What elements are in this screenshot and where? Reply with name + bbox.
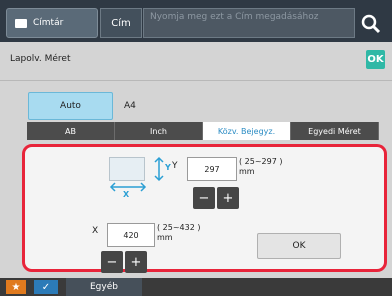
- auto-button[interactable]: Auto: [28, 92, 113, 120]
- dialog-ok-button[interactable]: OK: [366, 50, 385, 69]
- directory-button[interactable]: Címtár: [6, 8, 98, 38]
- address-tab[interactable]: Cím: [100, 8, 142, 38]
- size-entry-panel: Y X Y 297 ( 25~297 ) mm − + X 420 ( 25~4…: [22, 144, 387, 273]
- size-tabs: AB Inch Közv. Bejegyz. Egyedi Méret: [27, 122, 379, 140]
- y-range-text: ( 25~297 ) mm: [239, 157, 282, 177]
- x-minus-button[interactable]: −: [101, 251, 123, 273]
- bottom-bar: ★ ✓ Egyéb: [0, 278, 392, 296]
- x-field-label: X: [92, 226, 99, 236]
- x-range-text: ( 25~432 ) mm: [157, 223, 200, 243]
- paper-size-dialog: Lapolv. Méret OK Auto A4 AB Inch Közv. B…: [0, 42, 392, 278]
- directory-label: Címtár: [33, 18, 64, 28]
- divider: [0, 80, 392, 81]
- detected-size: A4: [124, 101, 136, 111]
- tab-custom-entry[interactable]: Közv. Bejegyz.: [203, 122, 291, 140]
- other-button[interactable]: Egyéb: [66, 278, 142, 296]
- star-icon[interactable]: ★: [6, 280, 26, 294]
- x-stepper: − +: [101, 251, 147, 273]
- y-range: ( 25~297 ): [239, 157, 283, 166]
- ok-button[interactable]: OK: [257, 233, 341, 259]
- search-icon[interactable]: [360, 13, 382, 35]
- y-field-label: Y: [172, 161, 178, 171]
- y-size-input[interactable]: 297: [187, 157, 237, 181]
- y-stepper: − +: [193, 187, 239, 209]
- top-bar: Címtár Cím Nyomja meg ezt a Cím megadásá…: [0, 0, 392, 42]
- x-plus-button[interactable]: +: [125, 251, 147, 273]
- y-axis-label: Y: [165, 163, 171, 172]
- y-plus-button[interactable]: +: [217, 187, 239, 209]
- dialog-title: Lapolv. Méret: [10, 54, 71, 64]
- address-input[interactable]: Nyomja meg ezt a Cím megadásához: [143, 8, 355, 38]
- book-icon: [15, 18, 27, 28]
- y-minus-button[interactable]: −: [193, 187, 215, 209]
- x-range: ( 25~432 ): [157, 223, 201, 232]
- x-unit: mm: [157, 233, 173, 242]
- x-size-input[interactable]: 420: [107, 223, 155, 247]
- tab-custom-size[interactable]: Egyedi Méret: [291, 122, 379, 140]
- paper-diagram-icon: [109, 157, 145, 181]
- x-axis-label: X: [123, 190, 130, 199]
- y-unit: mm: [239, 167, 255, 176]
- check-icon[interactable]: ✓: [34, 280, 58, 294]
- tab-ab[interactable]: AB: [27, 122, 115, 140]
- tab-inch[interactable]: Inch: [115, 122, 203, 140]
